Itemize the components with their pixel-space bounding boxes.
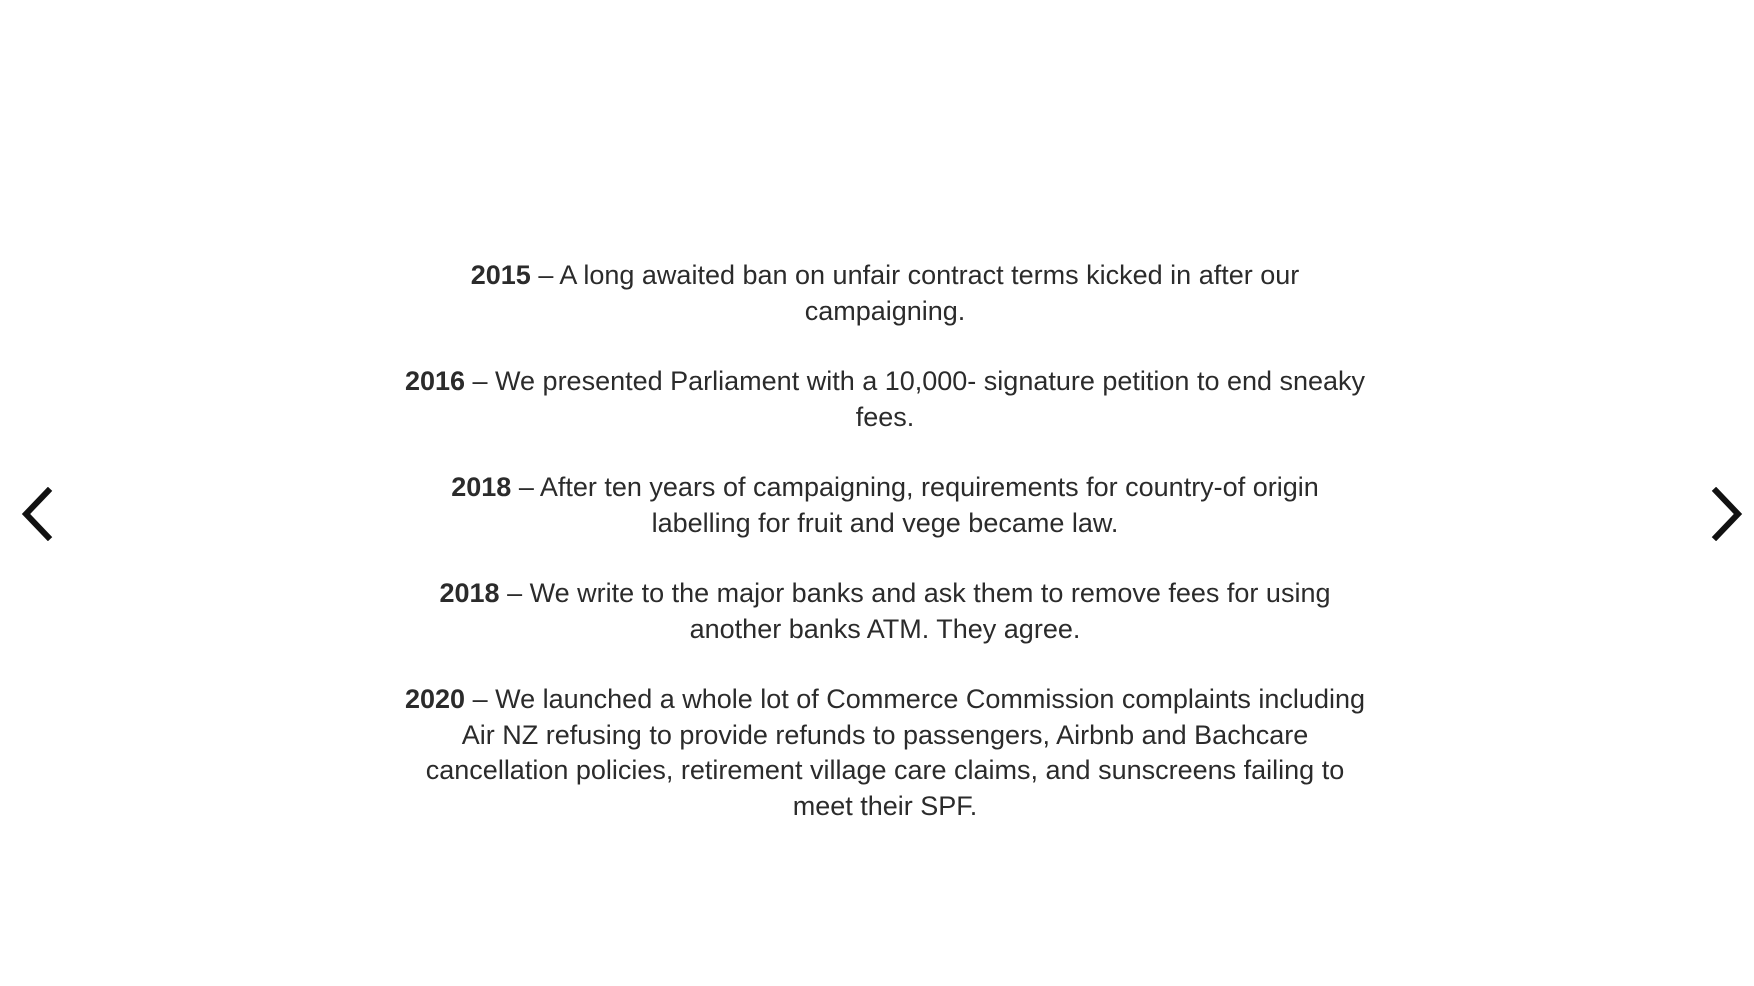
timeline-text: 2015 – A long awaited ban on unfair cont… [400,258,1370,859]
timeline-entry: 2020 – We launched a whole lot of Commer… [400,682,1370,824]
timeline-entry: 2018 – We write to the major banks and a… [400,576,1370,647]
entry-text: – After ten years of campaigning, requir… [511,472,1319,538]
entry-text: – We write to the major banks and ask th… [499,578,1331,644]
entry-year: 2015 [470,260,531,290]
previous-slide-button[interactable] [14,486,58,542]
entry-text: – We launched a whole lot of Commerce Co… [425,684,1365,821]
entry-text: – We presented Parliament with a 10,000-… [465,366,1366,432]
entry-text: – A long awaited ban on unfair contract … [530,260,1300,326]
timeline-entry: 2018 – After ten years of campaigning, r… [400,470,1370,541]
chevron-left-icon [21,487,53,541]
next-slide-button[interactable] [1706,486,1750,542]
entry-year: 2018 [451,472,512,502]
slideshow: 2015 – A long awaited ban on unfair cont… [0,0,1754,986]
chevron-right-icon [1711,487,1743,541]
entry-year: 2020 [405,684,466,714]
entry-year: 2016 [404,366,466,396]
timeline-entry: 2016 – We presented Parliament with a 10… [400,364,1370,435]
entry-year: 2018 [439,578,500,608]
timeline-entry: 2015 – A long awaited ban on unfair cont… [400,258,1370,329]
